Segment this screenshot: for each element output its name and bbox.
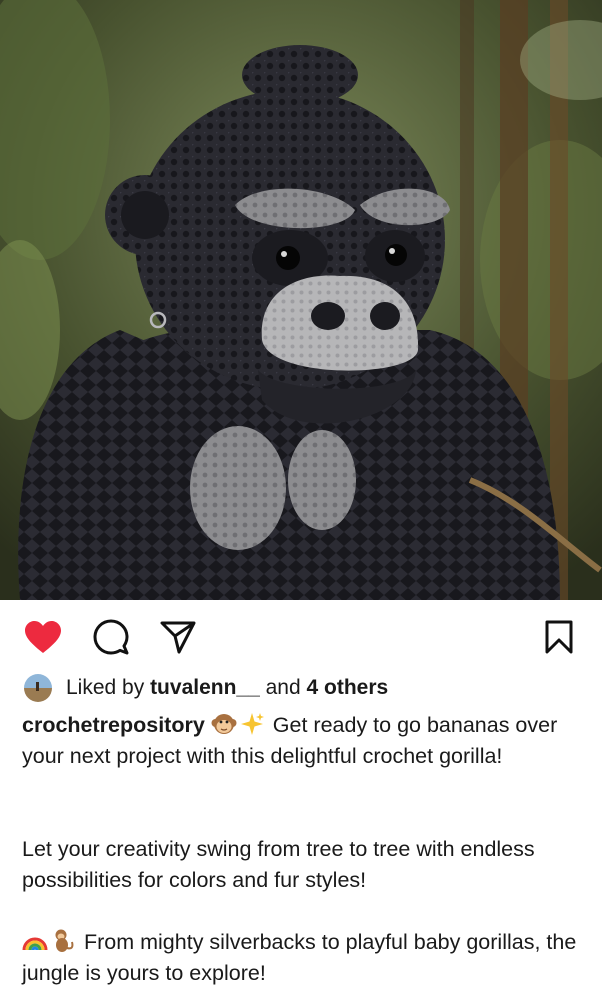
comment-icon (93, 619, 129, 655)
post-action-bar (0, 600, 602, 670)
save-button[interactable] (539, 617, 579, 657)
caption-text-3: From mighty silverbacks to playful baby … (22, 930, 577, 985)
bookmark-icon (545, 620, 573, 654)
liker-avatar[interactable] (24, 674, 52, 702)
likes-summary: Liked by tuvalenn__ and 4 others (24, 672, 388, 704)
send-icon (160, 621, 196, 654)
heart-icon (25, 621, 61, 653)
like-button[interactable] (23, 617, 63, 657)
monkey-face-emoji-icon (211, 714, 237, 734)
liked-by-others-link[interactable]: 4 others (307, 676, 389, 700)
caption-username[interactable]: crochetrepository (22, 713, 205, 737)
caption-paragraph-1: crochetrepository Get ready to go banana… (22, 710, 592, 772)
caption-paragraph-2: Let your creativity swing from tree to t… (22, 837, 535, 892)
comment-button[interactable] (91, 617, 131, 657)
share-button[interactable] (158, 617, 198, 657)
rainbow-emoji-icon (22, 937, 48, 951)
caption-paragraph-3: From mighty silverbacks to playful baby … (22, 927, 592, 989)
monkey-emoji-icon (55, 929, 74, 952)
liked-by-prefix: Liked by (66, 676, 145, 699)
post-caption: crochetrepository Get ready to go banana… (22, 710, 592, 989)
liked-by-connector: and (265, 676, 301, 699)
post-image[interactable] (0, 0, 602, 600)
liked-by-user-link[interactable]: tuvalenn__ (150, 676, 260, 700)
sparkles-emoji-icon (240, 713, 264, 735)
